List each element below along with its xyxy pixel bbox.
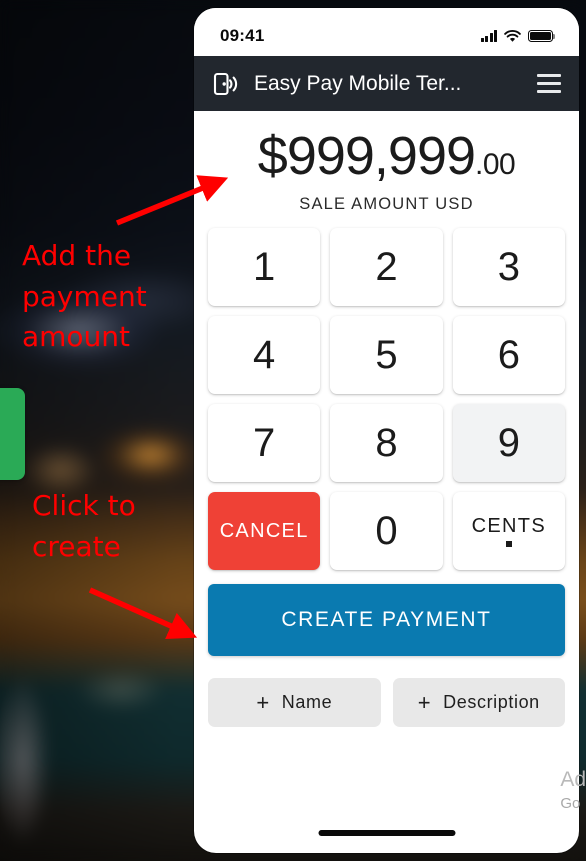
app-title: Easy Pay Mobile Ter... bbox=[254, 71, 462, 95]
key-3[interactable]: 3 bbox=[452, 228, 565, 306]
add-description-label: Description bbox=[443, 692, 540, 712]
phone-screen: 09:41 Easy Pay Mobile Ter... $999,999.00… bbox=[194, 8, 579, 853]
plus-icon: + bbox=[417, 689, 432, 715]
key-9[interactable]: 9 bbox=[452, 404, 565, 482]
key-2[interactable]: 2 bbox=[330, 228, 443, 306]
app-bar: Easy Pay Mobile Ter... bbox=[194, 56, 579, 111]
status-bar: 09:41 bbox=[194, 8, 579, 56]
screenshot-root: 09:41 Easy Pay Mobile Ter... $999,999.00… bbox=[0, 0, 586, 861]
cents-button[interactable]: CENTS bbox=[452, 492, 565, 570]
extra-fields: + Name + Description bbox=[194, 656, 579, 727]
key-4[interactable]: 4 bbox=[208, 316, 321, 394]
amount-label: SALE AMOUNT USD bbox=[299, 195, 474, 213]
ads-watermark-line2: Go bbox=[560, 795, 581, 813]
cents-label: CENTS bbox=[471, 515, 546, 537]
key-5[interactable]: 5 bbox=[330, 316, 443, 394]
add-description-button[interactable]: + Description bbox=[392, 678, 565, 727]
contactless-phone-icon bbox=[213, 72, 238, 95]
battery-full-icon bbox=[528, 29, 556, 43]
amount-display[interactable]: $999,999.00 SALE AMOUNT USD bbox=[194, 111, 579, 228]
home-indicator bbox=[318, 830, 455, 836]
key-0[interactable]: 0 bbox=[330, 492, 443, 570]
plus-icon: + bbox=[256, 689, 270, 715]
annotation-click-create: Click to create bbox=[32, 489, 136, 563]
amount-decimal: .00 bbox=[475, 148, 516, 181]
status-time: 09:41 bbox=[220, 26, 265, 45]
add-name-button[interactable]: + Name bbox=[208, 678, 381, 727]
annotation-add-amount: Add the payment amount bbox=[22, 239, 147, 354]
amount-value-row: $999,999.00 bbox=[194, 129, 579, 183]
status-icons bbox=[480, 29, 556, 43]
key-1[interactable]: 1 bbox=[208, 228, 321, 306]
add-name-label: Name bbox=[281, 692, 333, 712]
create-payment-wrap: CREATE PAYMENT bbox=[194, 570, 579, 656]
green-side-card[interactable] bbox=[0, 388, 25, 480]
key-6[interactable]: 6 bbox=[452, 316, 565, 394]
decimal-dot-icon bbox=[505, 541, 512, 547]
cancel-button[interactable]: CANCEL bbox=[208, 492, 321, 570]
hamburger-menu-icon[interactable] bbox=[537, 70, 561, 97]
amount-whole: $999,999 bbox=[257, 126, 476, 186]
key-8[interactable]: 8 bbox=[330, 404, 443, 482]
wifi-icon bbox=[504, 29, 521, 42]
create-payment-button[interactable]: CREATE PAYMENT bbox=[208, 584, 565, 656]
cellular-signal-icon bbox=[480, 30, 497, 42]
ads-watermark-line1: Ad bbox=[560, 768, 586, 791]
key-7[interactable]: 7 bbox=[208, 404, 321, 482]
ads-watermark: Ad Go bbox=[560, 766, 586, 815]
keypad: 1 2 3 4 5 6 7 8 9 CANCEL 0 CENTS bbox=[194, 228, 579, 570]
